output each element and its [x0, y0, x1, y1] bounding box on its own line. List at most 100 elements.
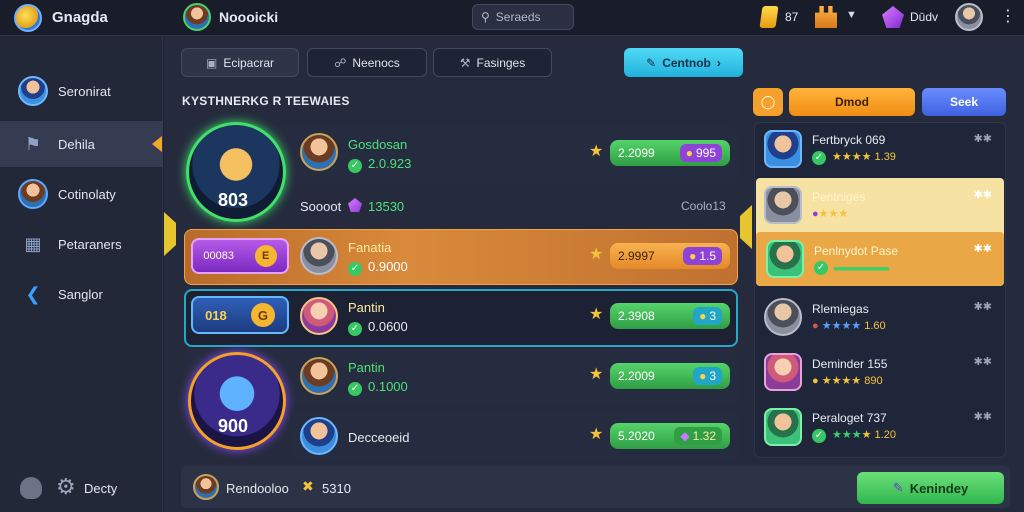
close-icon[interactable]: ✱✱ — [974, 355, 992, 368]
value-pill[interactable]: 2.2009 ● 3 — [610, 363, 730, 389]
value-pill[interactable]: 2.9997 ● 1.5 — [610, 243, 730, 269]
leaderboard-name: Rlemiegas — [812, 302, 869, 316]
calendar-icon: ▦ — [24, 233, 42, 254]
avatar — [764, 130, 802, 168]
avatar — [300, 297, 338, 335]
kenindey-button[interactable]: ✎ Kenindey — [857, 472, 1004, 504]
search-input[interactable]: Seraeds — [496, 10, 541, 24]
avatar — [764, 408, 802, 446]
value-pill[interactable]: 2.3908 ● 3 — [610, 303, 730, 329]
profile-avatar[interactable] — [183, 3, 211, 31]
reward-badge-label: 018 — [205, 307, 227, 323]
chevron-right-icon: › — [716, 55, 721, 70]
leaderboard-meta: ✓ ★★★★ 1.20 — [812, 428, 896, 443]
check-icon: ✓ — [348, 381, 362, 396]
leaderboard-name: Peraloget 737 — [812, 411, 887, 426]
avatar — [764, 186, 802, 224]
leaderboard-row[interactable]: Fertbryck 069 ✓ ★★★★ 1.39 ✱✱ — [754, 122, 1004, 176]
footer-name: Rendooloo — [226, 481, 289, 496]
sidebar-item-petaraners[interactable]: ▦ Petaraners — [0, 221, 163, 267]
app-logo-icon[interactable] — [14, 4, 42, 32]
pill-value: 2.2009 — [618, 369, 655, 383]
tag-icon: ⚑ — [24, 133, 42, 154]
leaderboard-row[interactable]: Peraloget 737 ✓ ★★★★ 1.20 ✱✱ — [754, 400, 1004, 454]
sidebar-item-cotinolaty[interactable]: Cotinolaty — [0, 171, 163, 217]
search-icon: ⚲ — [481, 10, 490, 24]
app-title: Gnagda — [52, 9, 108, 26]
orange-round-button[interactable]: ◯ — [753, 88, 783, 116]
profile-name: Noooicki — [219, 9, 279, 25]
footer-button-label: Kenindey — [909, 480, 969, 496]
centnob-button[interactable]: ✎ Centnob › — [624, 48, 743, 77]
tab-fasinges[interactable]: ⚒ Fasinges — [433, 48, 552, 77]
leaderboard-row[interactable]: Penlnydot Pase ✓ ▬▬▬▬▬ ✱✱ — [756, 232, 1004, 286]
leaderboard-row[interactable]: Rlemiegas ● ★★★★ 1.60 ✱✱ — [754, 290, 1004, 344]
leaderboard-row[interactable]: Pentniges ●★★★ ✱✱ — [754, 178, 1004, 232]
leaderboard-row[interactable]: Deminder 155 ● ★★★★ 890 ✱✱ — [754, 345, 1004, 399]
row-name: Decceoeid — [348, 430, 410, 445]
row-sub: ✓ 0.0600 — [348, 319, 408, 336]
top-bar: Gnagda Noooicki ⚲ Seraeds 87 ▼ Dūdv ⋮ — [0, 0, 1024, 36]
close-icon[interactable]: ✱✱ — [974, 132, 992, 145]
star-icon: ★ — [589, 366, 604, 383]
pill-value: 2.9997 — [618, 249, 655, 263]
coin-icon: E — [254, 245, 277, 267]
mid-row-right-label: Coolo13 — [681, 199, 726, 213]
crossed-swords-icon: ✖ — [302, 478, 314, 494]
pill-right: ● 3 — [693, 367, 722, 385]
pill-right: ◆ 1.32 — [674, 427, 722, 445]
pill-right: ● 1.5 — [683, 247, 722, 265]
dmod-button[interactable]: Dmod — [789, 88, 915, 116]
hero-badge-2-value: 900 — [218, 416, 249, 436]
close-icon[interactable]: ✱✱ — [974, 410, 992, 423]
star-icon: ★ — [589, 306, 604, 323]
leaderboard-meta: ● ★★★★ 1.60 — [812, 320, 886, 332]
gems-label: Dūdv — [910, 10, 939, 24]
chat-icon: ▣ — [205, 55, 218, 70]
hero-badge-1-value: 803 — [218, 190, 249, 210]
sidebar-item-sanglor[interactable]: ❮ Sanglor — [0, 271, 163, 317]
value-pill[interactable]: 2.2099 ● 995 — [610, 140, 730, 166]
edit-icon: ✎ — [646, 55, 657, 70]
reward-badge[interactable]: 018 G — [191, 296, 289, 334]
tab-label: Ecipacrar — [223, 55, 275, 70]
close-icon[interactable]: ✱✱ — [974, 300, 992, 313]
leaderboard-name: Penlnydot Pase — [814, 243, 899, 258]
sidebar-item-label: Cotinolaty — [58, 186, 116, 202]
leaderboard-meta: ✓ ★★★★ 1.39 — [812, 150, 896, 165]
sidebar-item-seronirat[interactable]: Seronirat — [0, 68, 163, 114]
sidebar-item-label: Seronirat — [58, 83, 111, 99]
leaderboard-meta: ● ★★★★ 890 — [812, 375, 883, 387]
value-pill[interactable]: 5.2020 ◆ 1.32 — [610, 423, 730, 449]
tools-icon: ⚒ — [459, 55, 471, 70]
reward-badge[interactable]: 00083 E — [191, 238, 289, 274]
shield-icon[interactable] — [20, 477, 42, 499]
close-icon[interactable]: ✱✱ — [974, 188, 992, 201]
tab-label: Fasinges — [476, 55, 526, 70]
pill-value: 2.3908 — [618, 309, 655, 323]
row-name: Pantin — [348, 360, 385, 375]
star-icon: ★ — [589, 246, 604, 263]
more-menu-icon[interactable]: ⋮ — [1000, 7, 1016, 27]
search-field[interactable]: ⚲ Seraeds — [472, 4, 574, 30]
seek-button[interactable]: Seek — [922, 88, 1006, 116]
tab-ecipacrar[interactable]: ▣ Ecipacrar — [181, 48, 299, 77]
row-name: Pantin — [348, 300, 385, 315]
avatar — [300, 133, 338, 171]
chevron-down-icon[interactable]: ▼ — [846, 9, 857, 21]
check-icon: ✓ — [348, 261, 362, 276]
user-avatar[interactable] — [955, 3, 983, 31]
lock-icon: ☍ — [334, 55, 347, 70]
sidebar-item-label: Sanglor — [58, 286, 103, 302]
castle-icon[interactable] — [815, 6, 837, 28]
sidebar-item-dehila[interactable]: ⚑ Dehila — [0, 121, 163, 167]
footer-value: 5310 — [322, 481, 351, 496]
edit-icon: ✎ — [892, 480, 904, 495]
tab-neenocs[interactable]: ☍ Neenocs — [307, 48, 427, 77]
section-title: KYSTHNERKG R TEEWAIES — [182, 94, 350, 108]
gear-icon[interactable]: ⚙ — [56, 476, 76, 498]
avatar — [193, 474, 219, 500]
reward-badge-label: 00083 — [203, 250, 234, 262]
close-icon[interactable]: ✱✱ — [974, 242, 992, 255]
leaderboard-name: Pentniges — [812, 190, 866, 204]
